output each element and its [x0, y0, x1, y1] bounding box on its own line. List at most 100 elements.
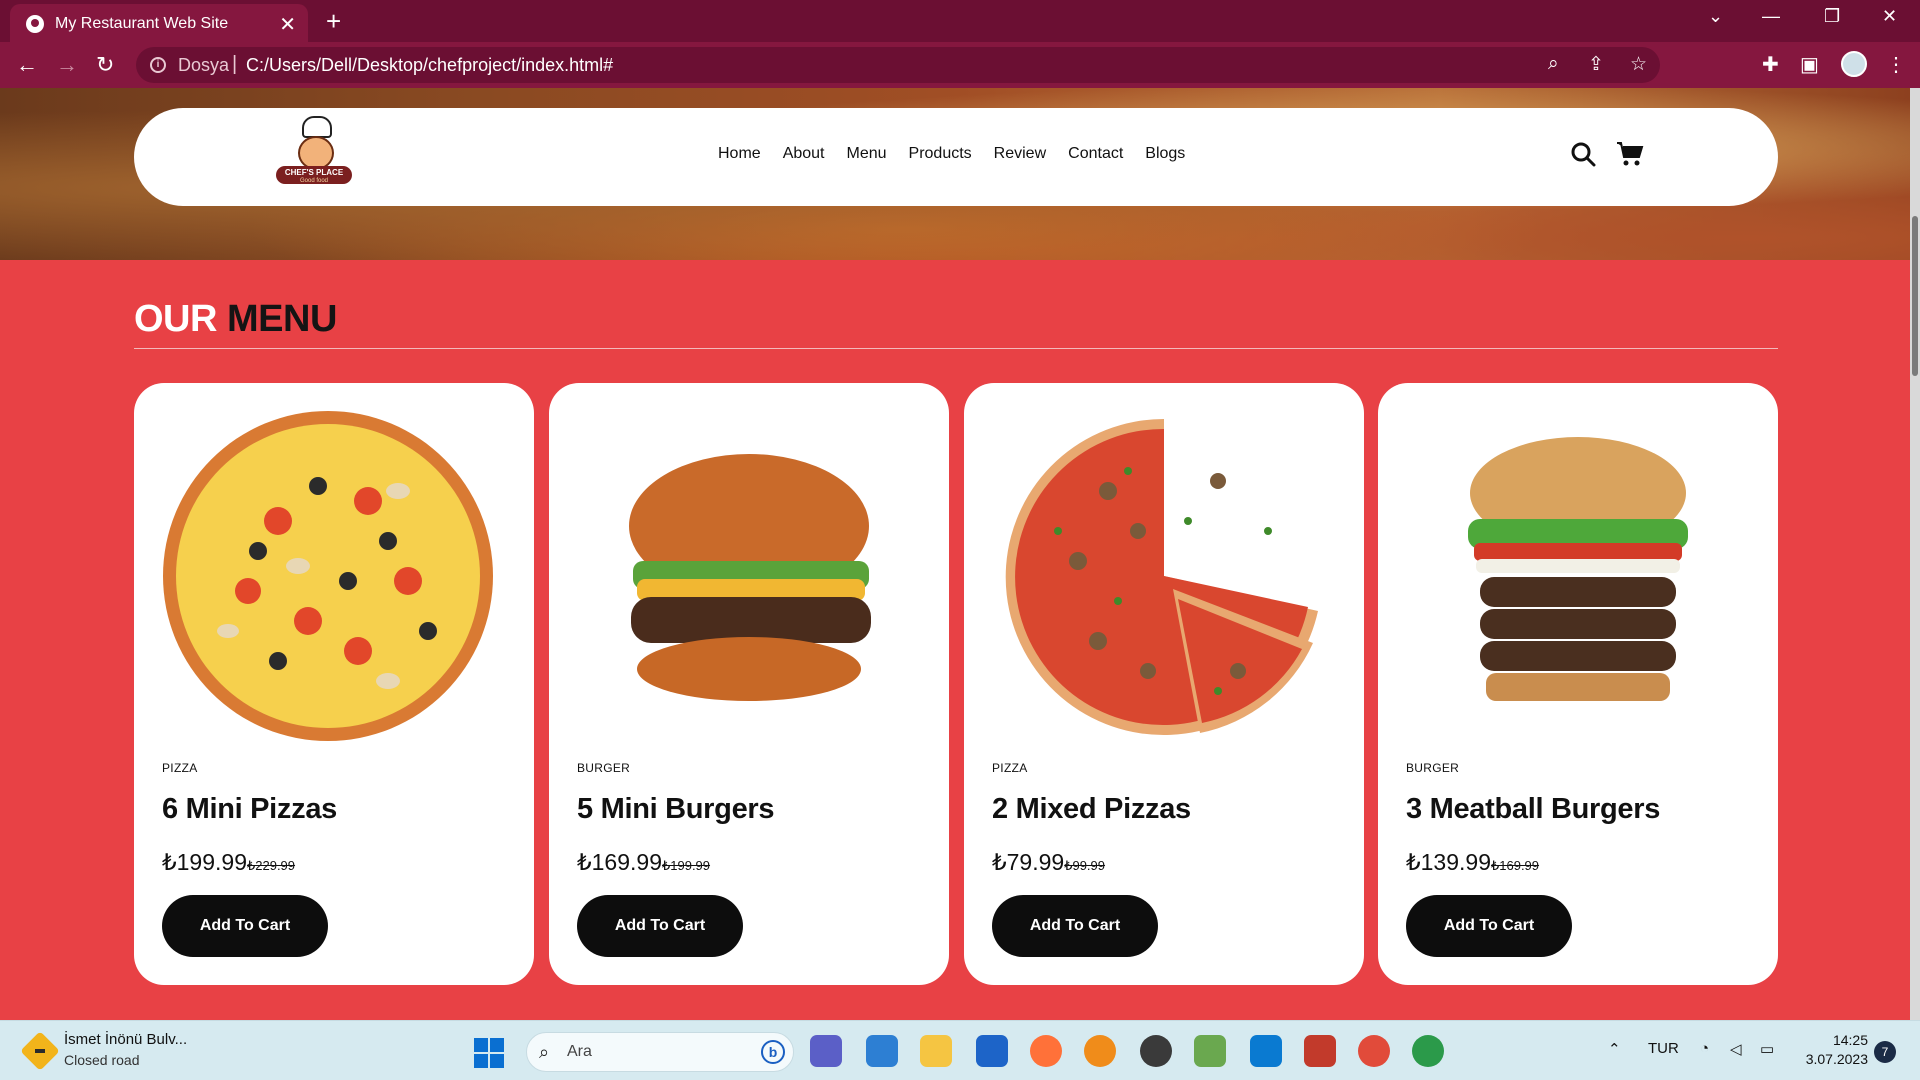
- card-old-price: ₺199.99: [661, 858, 711, 873]
- browser-toolbar: ← → ↻ i Dosya | C:/Users/Dell/Desktop/ch…: [0, 42, 1920, 88]
- profile-avatar[interactable]: [1841, 51, 1867, 77]
- site-favicon-icon: [26, 15, 44, 33]
- browser-tab[interactable]: My Restaurant Web Site ✕: [10, 4, 308, 42]
- taskbar-search-placeholder: Ara: [567, 1043, 592, 1060]
- card-price: ₺79.99: [992, 849, 1065, 875]
- menu-card: PIZZA 6 Mini Pizzas ₺199.99₺229.99 Add T…: [134, 383, 534, 985]
- menu-card: BURGER 3 Meatball Burgers ₺139.99₺169.99…: [1378, 383, 1778, 985]
- language-indicator[interactable]: TUR: [1648, 1040, 1679, 1057]
- chrome-profile-icon[interactable]: [1412, 1035, 1444, 1067]
- card-price: ₺169.99: [577, 849, 662, 875]
- nav-contact[interactable]: Contact: [1068, 145, 1123, 163]
- clock-date[interactable]: 3.07.2023: [1800, 1051, 1868, 1067]
- clock-time[interactable]: 14:25: [1828, 1032, 1868, 1048]
- extensions-puzzle-icon[interactable]: ✚: [1762, 52, 1779, 77]
- address-separator: |: [232, 53, 238, 75]
- card-title: 3 Meatball Burgers: [1406, 793, 1661, 825]
- menu-cards: PIZZA 6 Mini Pizzas ₺199.99₺229.99 Add T…: [134, 383, 1778, 985]
- add-to-cart-button[interactable]: Add To Cart: [1406, 895, 1572, 957]
- back-arrow-icon[interactable]: ←: [16, 52, 38, 78]
- notification-badge[interactable]: 7: [1874, 1041, 1896, 1063]
- card-category: BURGER: [577, 761, 631, 775]
- card-category: PIZZA: [992, 761, 1028, 775]
- site-menu: Home About Menu Products Review Contact …: [718, 145, 1185, 163]
- section-title: OUR MENU: [134, 298, 337, 341]
- section-divider: [134, 348, 1778, 349]
- store-icon[interactable]: [866, 1035, 898, 1067]
- start-button[interactable]: [474, 1038, 504, 1068]
- notepad-icon[interactable]: [1194, 1035, 1226, 1067]
- url-text[interactable]: C:/Users/Dell/Desktop/chefproject/index.…: [246, 55, 613, 76]
- tab-title: My Restaurant Web Site: [55, 15, 229, 32]
- scrollbar-thumb[interactable]: [1912, 216, 1918, 376]
- card-old-price: ₺229.99: [246, 858, 296, 873]
- card-price: ₺199.99: [162, 849, 247, 875]
- site-logo[interactable]: CHEF'S PLACE Good food: [276, 116, 352, 194]
- share-icon[interactable]: ⇪: [1588, 53, 1604, 76]
- card-title: 6 Mini Pizzas: [162, 793, 337, 825]
- search-app-icon[interactable]: [1084, 1035, 1116, 1067]
- new-tab-button[interactable]: +: [326, 6, 341, 37]
- traffic-warning-icon[interactable]: [20, 1031, 60, 1071]
- wifi-icon[interactable]: ◔: [1700, 1040, 1709, 1057]
- card-price-row: ₺199.99₺229.99: [162, 849, 295, 876]
- side-panel-icon[interactable]: ▣: [1800, 52, 1819, 77]
- logo-text: CHEF'S PLACE: [284, 168, 344, 177]
- chef-hat-icon: [302, 116, 332, 138]
- reload-icon[interactable]: ↻: [96, 52, 114, 78]
- nav-menu[interactable]: Menu: [847, 145, 887, 163]
- close-window-button[interactable]: ✕: [1882, 6, 1897, 27]
- add-to-cart-button[interactable]: Add To Cart: [162, 895, 328, 957]
- taskbar: İsmet İnönü Bulv... Closed road ⌕ Ara b …: [0, 1020, 1920, 1080]
- add-to-cart-button[interactable]: Add To Cart: [992, 895, 1158, 957]
- search-icon: ⌕: [539, 1042, 550, 1062]
- scheme-label: Dosya: [178, 55, 230, 75]
- bookmark-star-icon[interactable]: ☆: [1630, 53, 1647, 76]
- card-category: PIZZA: [162, 761, 198, 775]
- info-icon[interactable]: i: [150, 57, 166, 73]
- menu-card: BURGER 5 Mini Burgers ₺169.99₺199.99 Add…: [549, 383, 949, 985]
- card-category: BURGER: [1406, 761, 1460, 775]
- widget-title[interactable]: İsmet İnönü Bulv...: [64, 1031, 187, 1048]
- chrome-icon[interactable]: [1358, 1035, 1390, 1067]
- browser-menu-icon[interactable]: ⋮: [1886, 52, 1906, 77]
- volume-icon[interactable]: ◁: [1730, 1040, 1742, 1058]
- add-to-cart-button[interactable]: Add To Cart: [577, 895, 743, 957]
- restore-button[interactable]: ❐: [1824, 6, 1840, 27]
- teams-icon[interactable]: [810, 1035, 842, 1067]
- section-title-part2: MENU: [227, 298, 337, 340]
- battery-icon[interactable]: ▭: [1760, 1040, 1774, 1058]
- card-old-price: ₺99.99: [1064, 858, 1106, 873]
- chef-face-icon: [298, 136, 334, 170]
- card-price: ₺139.99: [1406, 849, 1491, 875]
- card-old-price: ₺169.99: [1490, 858, 1540, 873]
- zoom-icon[interactable]: ⌕: [1548, 53, 1559, 75]
- firefox-icon[interactable]: [1030, 1035, 1062, 1067]
- app-icon[interactable]: [1140, 1035, 1172, 1067]
- address-bar[interactable]: i Dosya | C:/Users/Dell/Desktop/chefproj…: [136, 47, 1660, 83]
- recorder-icon[interactable]: [1304, 1035, 1336, 1067]
- card-title: 2 Mixed Pizzas: [992, 793, 1191, 825]
- bing-icon[interactable]: b: [761, 1040, 785, 1064]
- tray-chevron-icon[interactable]: ⌃: [1608, 1040, 1621, 1058]
- search-icon[interactable]: [1570, 141, 1596, 167]
- section-title-part1: OUR: [134, 298, 217, 340]
- taskbar-search[interactable]: ⌕ Ara b: [526, 1032, 794, 1072]
- burger-image: [1468, 437, 1688, 701]
- widget-subtitle: Closed road: [64, 1052, 140, 1068]
- card-price-row: ₺79.99₺99.99: [992, 849, 1105, 876]
- vscode-icon[interactable]: [1250, 1035, 1282, 1067]
- nav-blogs[interactable]: Blogs: [1145, 145, 1185, 163]
- mail-icon[interactable]: [976, 1035, 1008, 1067]
- tab-close-icon[interactable]: ✕: [279, 12, 296, 37]
- file-explorer-icon[interactable]: [920, 1035, 952, 1067]
- nav-about[interactable]: About: [783, 145, 825, 163]
- nav-review[interactable]: Review: [994, 145, 1046, 163]
- cart-icon[interactable]: [1616, 141, 1644, 167]
- nav-home[interactable]: Home: [718, 145, 761, 163]
- browser-tab-strip: My Restaurant Web Site ✕ + ⌄ — ❐ ✕: [0, 0, 1920, 42]
- minimize-button[interactable]: —: [1762, 6, 1780, 27]
- forward-arrow-icon[interactable]: →: [56, 52, 78, 78]
- nav-products[interactable]: Products: [909, 145, 972, 163]
- tab-search-chevron-icon[interactable]: ⌄: [1708, 6, 1723, 27]
